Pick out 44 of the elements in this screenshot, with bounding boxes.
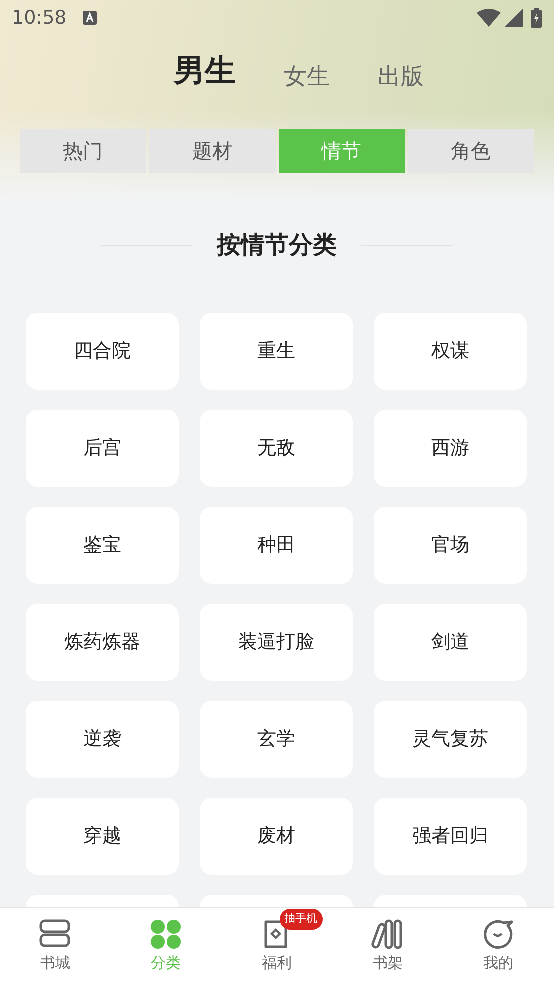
category-tab[interactable]: 角色	[408, 129, 534, 173]
nav-label: 福利	[262, 952, 292, 974]
nav-label: 书城	[40, 952, 70, 974]
category-card[interactable]: 四合院	[26, 313, 179, 390]
nav-label: 分类	[151, 952, 182, 974]
gender-tab[interactable]: 男生	[174, 48, 236, 94]
gender-tab[interactable]: 女生	[284, 60, 330, 94]
category-card[interactable]: 无敌	[200, 410, 353, 487]
nav-badge: 抽手机	[280, 909, 323, 930]
nav-label: 书架	[372, 952, 403, 974]
category-card[interactable]: 炼药炼器	[26, 604, 179, 681]
category-card[interactable]: 种田	[200, 507, 353, 584]
category-card[interactable]: 权谋	[374, 313, 527, 390]
category-tab[interactable]: 题材	[149, 129, 276, 173]
category-card[interactable]: 灵气复苏	[374, 701, 527, 778]
signal-icon	[505, 9, 523, 27]
category-card[interactable]: 西游	[374, 410, 527, 487]
category-card[interactable]: 废材	[200, 798, 353, 875]
nav-tab[interactable]: 我的	[443, 908, 554, 984]
section-title: 按情节分类	[217, 230, 337, 261]
category-tab[interactable]: 热门	[20, 129, 146, 173]
category-card[interactable]: 穿越	[26, 798, 179, 875]
battery-icon	[531, 8, 542, 28]
status-time: 10:58	[12, 6, 67, 31]
nav-label: 我的	[484, 952, 514, 974]
nav-tab[interactable]: 抽手机 福利	[222, 908, 332, 984]
category-card[interactable]: 后宫	[26, 410, 179, 487]
category-card[interactable]: 逆袭	[26, 701, 179, 778]
category-card[interactable]: 强者回归	[374, 798, 527, 875]
grid-icon	[149, 918, 184, 950]
category-card[interactable]: 官场	[374, 507, 527, 584]
profile-icon	[482, 918, 516, 950]
category-card[interactable]: 玄学	[200, 701, 353, 778]
nav-tab[interactable]: 书架	[332, 908, 444, 984]
bookshelf-icon	[370, 918, 405, 950]
notification-icon	[82, 11, 97, 25]
category-card[interactable]: 剑道	[374, 604, 527, 681]
category-card[interactable]: 重生	[200, 313, 353, 390]
category-card[interactable]: 装逼打脸	[200, 604, 353, 681]
books-icon	[38, 918, 72, 950]
gender-tab[interactable]: 出版	[378, 60, 424, 94]
category-card[interactable]: 鉴宝	[26, 507, 179, 584]
nav-tab[interactable]: 书城	[0, 908, 111, 984]
wifi-icon	[477, 9, 501, 27]
